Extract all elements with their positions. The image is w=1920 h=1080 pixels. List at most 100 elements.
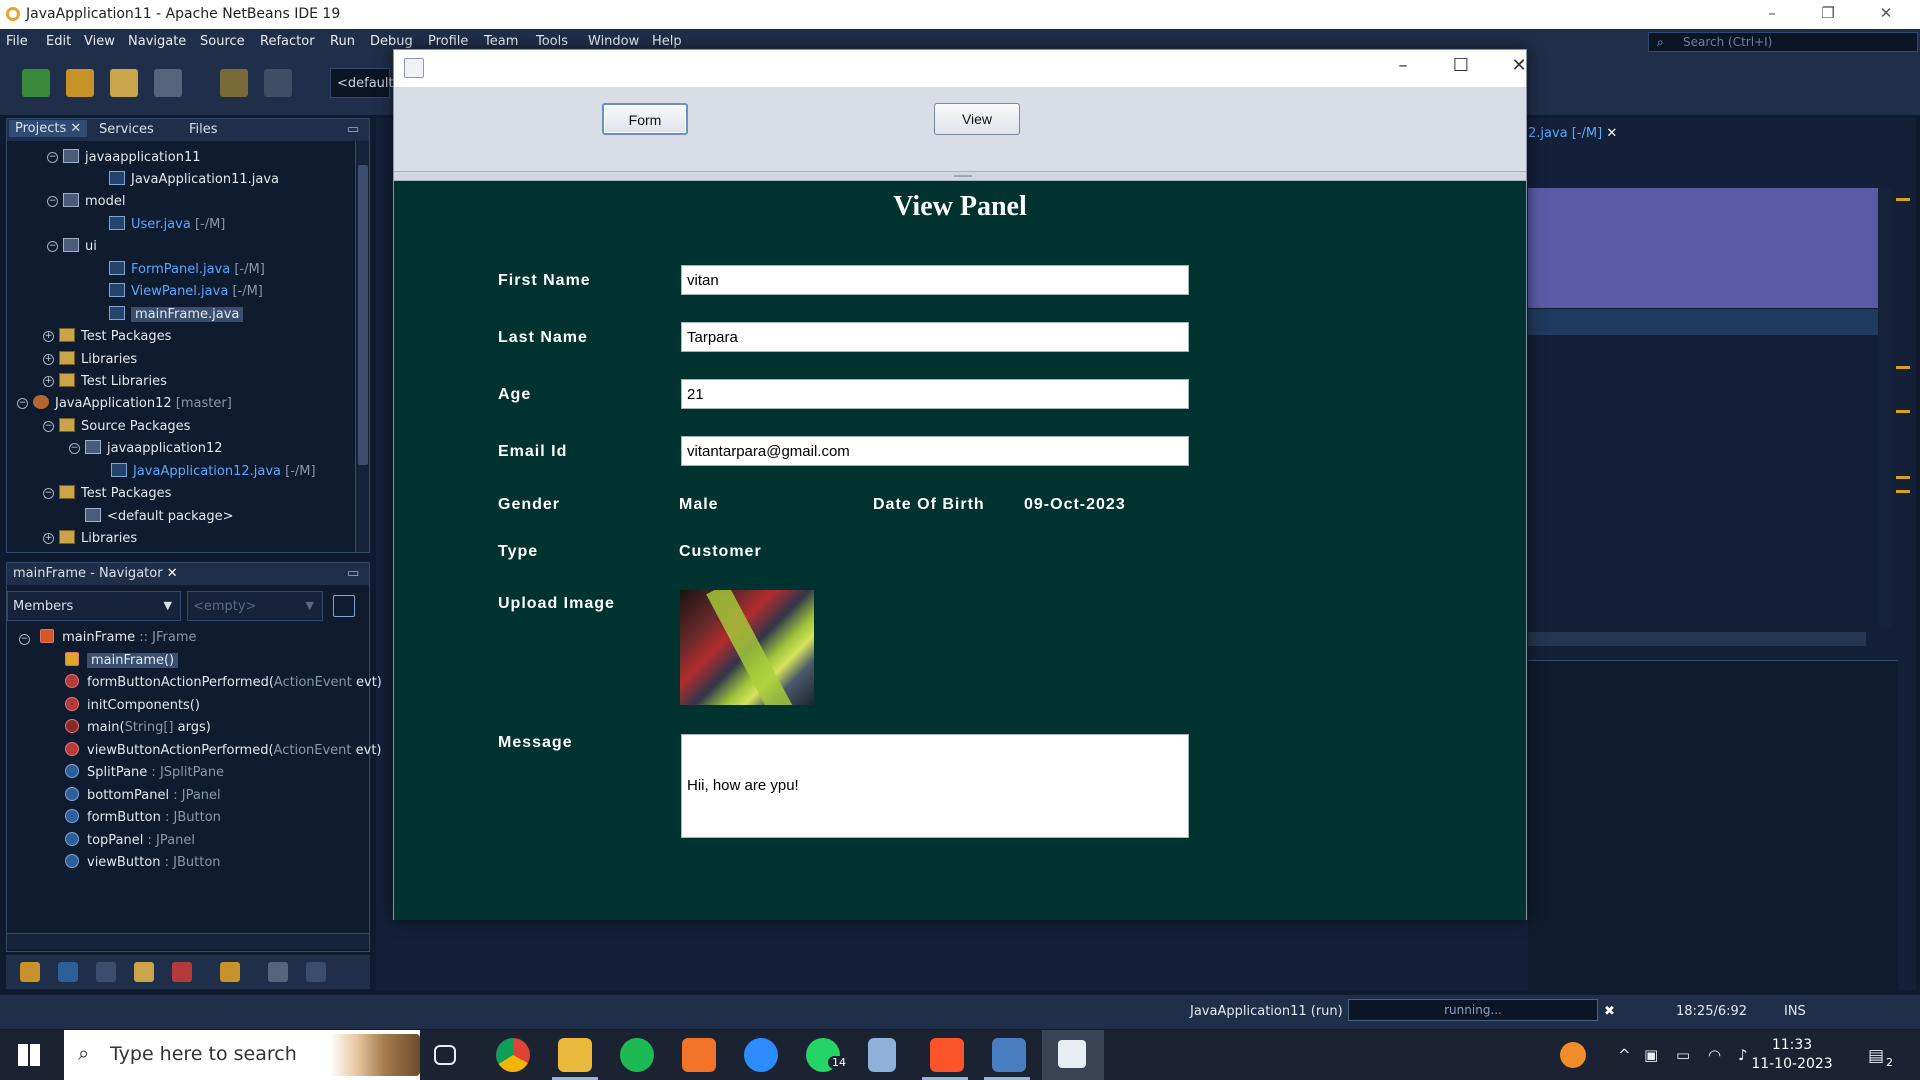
editor-tab[interactable]: 2.java [-/M] ✕ — [1528, 126, 1617, 141]
xampp-icon[interactable] — [682, 1038, 716, 1072]
minimize-panel-icon[interactable]: ▭ — [347, 566, 359, 581]
navigator-member[interactable]: mainFrame() — [65, 652, 179, 668]
navigator-member[interactable]: initComponents() — [65, 697, 200, 713]
menu-debug[interactable]: Debug — [370, 34, 413, 49]
show-inherited-icon[interactable] — [172, 962, 192, 982]
menu-source[interactable]: Source — [200, 34, 245, 49]
tab-projects[interactable]: Projects ✕ — [9, 120, 88, 137]
navigator-member[interactable]: viewButton : JButton — [65, 854, 221, 870]
sort-by-source-icon[interactable] — [268, 962, 288, 982]
collapse-icon[interactable]: − — [47, 152, 58, 163]
run-status-label[interactable]: JavaApplication11 (run) — [1190, 1004, 1343, 1019]
tree-item-javaapplication12-java[interactable]: JavaApplication12.java [-/M] — [111, 463, 316, 483]
navigator-horizontal-scrollbar[interactable] — [7, 933, 369, 949]
menu-help[interactable]: Help — [652, 34, 682, 49]
navigator-member[interactable]: SplitPane : JSplitPane — [65, 764, 224, 780]
task-view-icon[interactable] — [434, 1045, 456, 1065]
navigator-member[interactable]: formButtonActionPerformed(ActionEvent ev… — [65, 674, 382, 690]
app-minimize-icon[interactable]: – — [1380, 55, 1426, 76]
windows-start-icon[interactable] — [18, 1044, 40, 1066]
expand-icon[interactable]: + — [43, 533, 54, 544]
ide-search-input[interactable]: ⌕ Search (Ctrl+I) — [1648, 32, 1918, 52]
form-button[interactable]: Form — [602, 103, 688, 135]
menu-edit[interactable]: Edit — [46, 34, 71, 49]
tree-item-libraries-2[interactable]: + Libraries — [43, 530, 137, 550]
navigator-member[interactable]: main(String[] args) — [65, 719, 211, 735]
app-maximize-icon[interactable]: ☐ — [1438, 55, 1484, 76]
projects-scrollbar[interactable] — [355, 141, 369, 552]
scrollbar-thumb[interactable] — [358, 165, 368, 465]
collapse-icon[interactable]: − — [19, 634, 30, 645]
weather-icon[interactable] — [1560, 1042, 1586, 1068]
expand-icon[interactable]: + — [43, 354, 54, 365]
menu-refactor[interactable]: Refactor — [260, 34, 315, 49]
divider-grip[interactable] — [954, 175, 972, 177]
menu-team[interactable]: Team — [484, 34, 518, 49]
navigator-member[interactable]: viewButtonActionPerformed(ActionEvent ev… — [65, 742, 382, 758]
close-tab-icon[interactable]: ✕ — [167, 566, 178, 581]
menu-run[interactable]: Run — [330, 34, 355, 49]
error-stripe-mark[interactable] — [1896, 198, 1910, 201]
menu-file[interactable]: File — [6, 34, 28, 49]
navigator-root[interactable]: − mainFrame :: JFrame — [19, 629, 197, 645]
menu-tools[interactable]: Tools — [536, 34, 568, 49]
tree-item-formpanel-java[interactable]: FormPanel.java [-/M] — [109, 261, 265, 281]
fqn-icon[interactable] — [306, 962, 326, 982]
collapse-icon[interactable]: − — [47, 241, 58, 252]
tree-item-user-java[interactable]: User.java [-/M] — [109, 216, 225, 236]
menu-navigate[interactable]: Navigate — [128, 34, 186, 49]
meet-now-icon[interactable]: ▣ — [1644, 1046, 1658, 1064]
last-name-field[interactable]: Tarpara — [681, 322, 1189, 352]
show-static-icon[interactable] — [96, 962, 116, 982]
menu-profile[interactable]: Profile — [428, 34, 468, 49]
netbeans-icon[interactable] — [992, 1038, 1026, 1072]
age-field[interactable]: 21 — [681, 379, 1189, 409]
tree-item-test-packages-2[interactable]: − Test Packages — [43, 485, 171, 505]
tree-item-source-packages[interactable]: − Source Packages — [43, 418, 190, 438]
error-stripe-mark[interactable] — [1896, 490, 1910, 493]
split-pane-divider[interactable] — [394, 171, 1526, 181]
navigator-member[interactable]: bottomPanel : JPanel — [65, 787, 221, 803]
app-close-icon[interactable]: ✕ — [1496, 55, 1542, 76]
navigator-member[interactable]: topPanel : JPanel — [65, 832, 195, 848]
new-project-icon[interactable] — [66, 69, 94, 97]
expand-icon[interactable]: + — [43, 376, 54, 387]
show-fields-icon[interactable] — [58, 962, 78, 982]
expand-icon[interactable]: + — [43, 331, 54, 342]
sort-icon[interactable] — [20, 962, 40, 982]
tab-navigator[interactable]: mainFrame - Navigator ✕ — [13, 566, 178, 581]
configuration-combo[interactable]: <default — [330, 68, 394, 98]
tree-item-default-package[interactable]: <default package> — [85, 508, 234, 528]
email-field[interactable]: vitantarpara@gmail.com — [681, 436, 1189, 466]
tree-item-javaapplication12-project[interactable]: − JavaApplication12 [master] — [17, 395, 232, 415]
battery-icon[interactable]: ▭ — [1676, 1046, 1690, 1064]
close-tab-icon[interactable]: ✕ — [1606, 126, 1617, 141]
close-icon[interactable]: ✕ — [1866, 4, 1906, 22]
cancel-run-icon[interactable]: ✖ — [1604, 1004, 1615, 1019]
error-stripe-mark[interactable] — [1896, 366, 1910, 369]
tree-item-ui-pkg[interactable]: − ui — [47, 238, 97, 258]
collapse-icon[interactable]: − — [69, 443, 80, 454]
file-explorer-icon[interactable] — [558, 1038, 592, 1072]
taskbar-clock[interactable]: 11:33 11-10-2023 — [1744, 1036, 1840, 1074]
tree-item-mainframe-java[interactable]: mainFrame.java — [109, 306, 244, 326]
minimize-icon[interactable]: – — [1752, 4, 1792, 22]
menu-view[interactable]: View — [84, 34, 115, 49]
message-textarea[interactable]: Hii, how are ypu! — [681, 734, 1189, 838]
tree-item-viewpanel-java[interactable]: ViewPanel.java [-/M] — [109, 283, 263, 303]
tab-services[interactable]: Services — [99, 122, 154, 137]
undo-icon[interactable] — [220, 69, 248, 97]
members-combo[interactable]: Members ▼ — [7, 591, 181, 621]
collapse-icon[interactable]: − — [43, 421, 54, 432]
tree-item-javaapplication11-java[interactable]: JavaApplication11.java — [109, 171, 279, 191]
view-button[interactable]: View — [934, 103, 1020, 135]
taskbar-search-box[interactable]: ⌕ Type here to search — [64, 1030, 420, 1080]
menu-window[interactable]: Window — [588, 34, 639, 49]
zoom-icon[interactable] — [744, 1038, 778, 1072]
navigator-member[interactable]: formButton : JButton — [65, 809, 221, 825]
tree-item-model-pkg[interactable]: − model — [47, 193, 125, 213]
tree-item-javaapplication12-pkg[interactable]: − javaapplication12 — [69, 440, 223, 460]
restore-icon[interactable]: ❐ — [1808, 4, 1848, 22]
filter-combo[interactable]: <empty> ▼ — [187, 591, 323, 621]
run-progress-bar[interactable]: running... — [1348, 999, 1598, 1021]
